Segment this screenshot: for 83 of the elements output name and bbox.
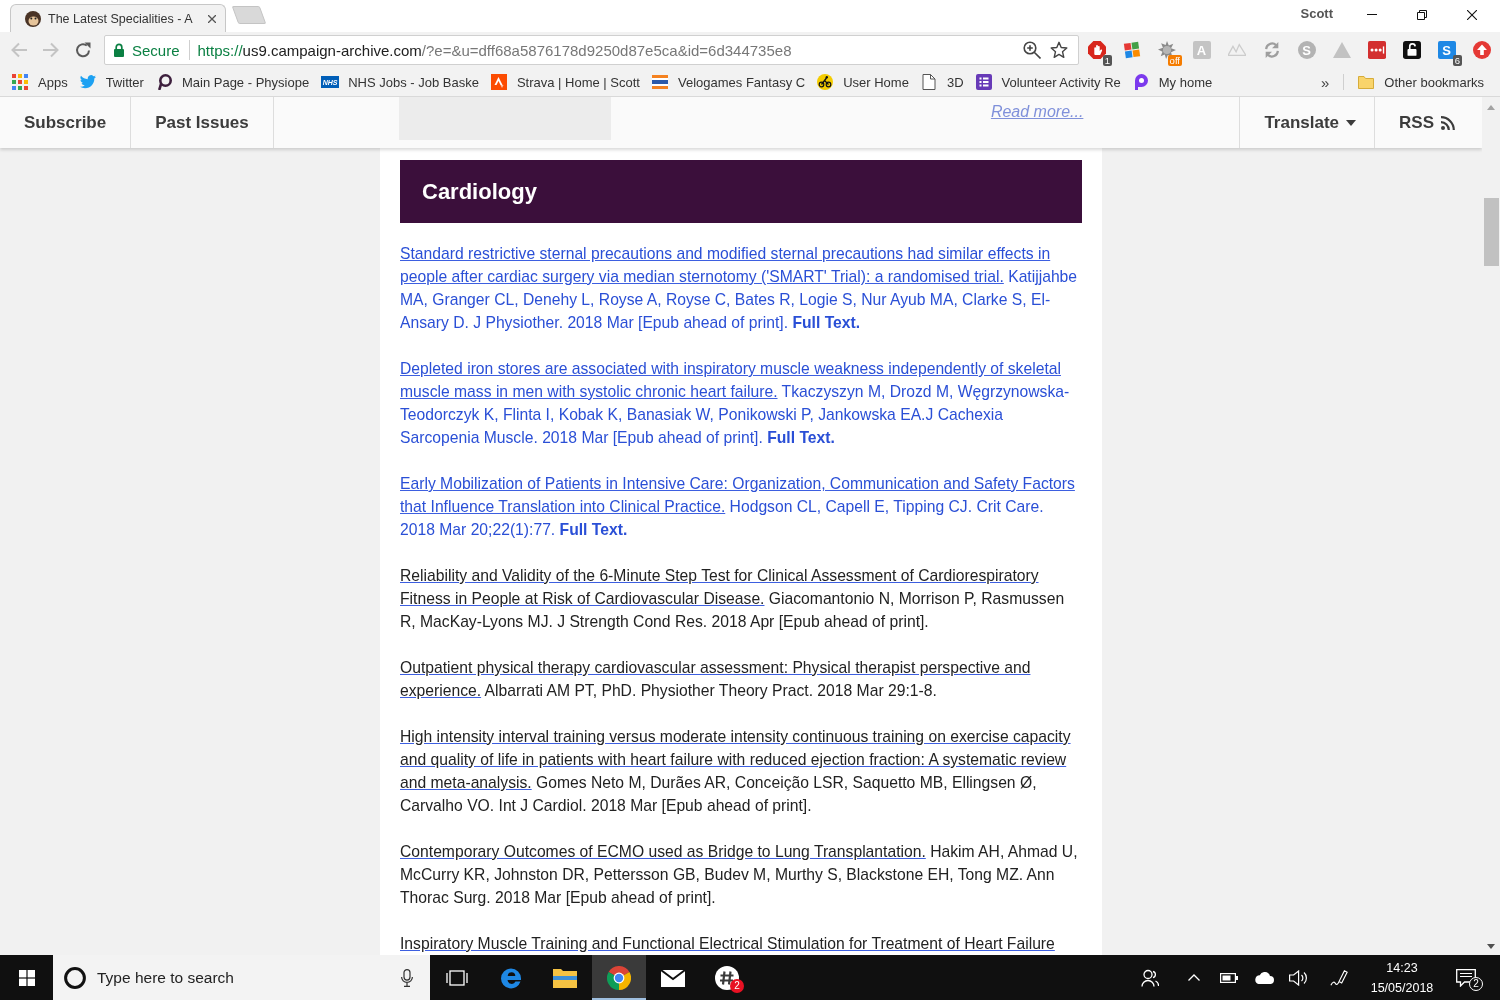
- article-citation: Outpatient physical therapy cardiovascular assessment: Physical therapist perspective and experience. Albarrati AM PT, PhD. Physiother Theory Pract. 2018 Mar 29:1-8.: [400, 658, 1032, 701]
- clock-time[interactable]: 14:23: [1386, 957, 1418, 978]
- caret-icon: [1346, 119, 1357, 126]
- bookmark-link[interactable]: Volunteer Activity Re: [969, 70, 1127, 94]
- other-bookmarks-link[interactable]: Other bookmarks: [1352, 70, 1490, 94]
- rss-link[interactable]: RSS: [1375, 97, 1482, 148]
- letter-tile-icon[interactable]: S: [1437, 41, 1456, 59]
- speaker-icon[interactable]: [1289, 969, 1309, 986]
- article-citation: Reliability and Validity of the 6-Minute Step Test for Clinical Assessment of Cardiorespiratory Fitness in People at Risk of Cardiovascular Disease. Giacomantonio N, Morrison P, Rasmussen R, MacKay-Lyons MJ. J Strength Cond Res. 2018 Apr [Epub ahead of print].: [400, 566, 1066, 632]
- list-tile-icon: [975, 74, 992, 90]
- extension-badge: 6: [1452, 55, 1462, 66]
- bookmark-link[interactable]: Velogames Fantasy C: [646, 70, 812, 94]
- close-icon[interactable]: [208, 14, 216, 23]
- minimize-icon: [1367, 14, 1377, 15]
- bird-icon: [79, 74, 96, 90]
- pen-icon[interactable]: [1330, 968, 1348, 987]
- full-text-link[interactable]: Full Text.: [792, 314, 861, 331]
- app-badge-count: 2: [730, 979, 744, 993]
- striped-flag-icon: [652, 74, 668, 90]
- reload-icon: [75, 42, 91, 58]
- pin-icon: [1132, 74, 1149, 90]
- bicycle-badge-icon: [817, 74, 834, 90]
- extension-badge: off: [1167, 55, 1182, 66]
- bookmarks-overflow-button[interactable]: »: [1316, 73, 1334, 91]
- browser-tab[interactable]: The Latest Specialities - A: [10, 4, 226, 32]
- url-text[interactable]: https://us9.campaign-archive.com/?e=&u=dff68a5876178d9250d87e5ca&id=6d344735e8: [197, 41, 792, 59]
- section-heading: Cardiology: [400, 160, 1082, 223]
- bookmark-link[interactable]: Strava | Home | Scott: [484, 70, 646, 94]
- article-citation: Standard restrictive sternal precautions and modified sternal precautions had similar effects in people after cardiac surgery via median sternotomy ('SMART' Trial): a randomised trial. Katijjahbe MA, Granger CL, Denehy L, Royse A, Royse C, Bates R, Logie S, Nur Ayub MA, Clarke S, El-Ansary D. J Physiother. 2018 Mar [Epub ahead of print]. Full Text.: [400, 244, 1079, 333]
- people-icon[interactable]: [1141, 968, 1159, 987]
- padlock-icon[interactable]: [1402, 41, 1421, 59]
- circle-logo-icon: [607, 965, 631, 990]
- taskbar-app-button[interactable]: 2: [700, 955, 754, 1000]
- task-view-icon: [446, 968, 468, 987]
- battery-icon[interactable]: [1220, 972, 1238, 983]
- back-arrow-icon: [11, 42, 27, 58]
- page-icon: [920, 74, 937, 90]
- article-citation: Early Mobilization of Patients in Intensive Care: Organization, Communication and Safety Factors that Influence Translation into Clinical Practice. Hodgson CL, Capell E, Tipping CJ. Crit Care. 2018 Mar 20;22(1):77. Full Text.: [400, 474, 1076, 540]
- loop-icon: [155, 74, 172, 90]
- bookmark-link[interactable]: My home: [1126, 70, 1219, 94]
- apps-grid-icon: [12, 74, 28, 90]
- stop-hand-icon[interactable]: [1087, 41, 1106, 59]
- ring-icon: [64, 966, 86, 989]
- article-citation: Contemporary Outcomes of ECMO used as Bridge to Lung Transplantation. Hakim AH, Ahmad U, McCurry KR, Johnston DR, Pettersson GB, Budev M, Murthy S, Blackstone EH, Tong MZ. Ann Thorac Surg. 2018 Mar [Epub ahead of print].: [400, 842, 1079, 908]
- security-label: Secure: [132, 41, 180, 59]
- folder-icon: [1358, 75, 1375, 89]
- dots-tile-icon[interactable]: [1367, 41, 1386, 59]
- bookmark-star-icon[interactable]: [1050, 41, 1068, 59]
- article-citation: Inspiratory Muscle Training and Functional Electrical Stimulation for Treatment of Heart Failure: [400, 934, 1056, 954]
- chevron-up-icon[interactable]: [1188, 974, 1200, 981]
- padlock-icon: [113, 43, 125, 57]
- scrollbar[interactable]: [1482, 97, 1500, 955]
- windows-logo-icon: [18, 969, 35, 986]
- profile-button[interactable]: Scott: [1300, 6, 1333, 21]
- clock-date[interactable]: 15/05/2018: [1370, 977, 1434, 998]
- cloud-icon[interactable]: [1254, 971, 1274, 984]
- full-text-link[interactable]: Full Text.: [767, 429, 835, 446]
- article-citation: Depleted iron stores are associated with inspiratory muscle weakness independently of skeletal muscle mass in men with systolic chronic heart failure. Tkaczyszyn M, Drozd M, Węgrzynowska-Teodorczyk K, Flinta I, Kobak K, Banasiak W, Ponikowski P, Jankowska EA.J Cachexia Sarcopenia Muscle. 2018 Mar [Epub ahead of print]. Full Text.: [400, 359, 1071, 448]
- bookmark-link[interactable]: Twitter: [73, 70, 150, 94]
- search-input[interactable]: Type here to search: [97, 968, 401, 987]
- taskbar-app-button[interactable]: [592, 955, 646, 1000]
- article-citation: High intensity interval training versus moderate intensity continuous training on exercise capacity and quality of life in patients with heart failure with reduced ejection fraction: A systematic review and meta-analysis. Gomes Neto M, Durães AR, Conceição LSR, Saquetto MB, Ellingsen Ø, Carvalho VO. Int J Cardiol. 2018 Mar [Epub ahead of print].: [400, 727, 1072, 816]
- bookmark-link[interactable]: User Home: [811, 70, 915, 94]
- peaks-tile-icon: [490, 74, 507, 90]
- microphone-icon[interactable]: [401, 968, 413, 987]
- bookmark-link[interactable]: 3D: [914, 70, 970, 94]
- extension-badge: 1: [1102, 55, 1112, 66]
- scrollbar-thumb[interactable]: [1483, 198, 1499, 266]
- full-text-link[interactable]: Full Text.: [559, 521, 628, 538]
- zoom-in-icon[interactable]: [1023, 41, 1041, 59]
- rss-icon: [1441, 115, 1455, 130]
- forward-arrow-icon: [43, 42, 59, 58]
- hash-circle-icon: [715, 965, 739, 990]
- address-bar[interactable]: Secure https://us9.campaign-archive.com/?e=&u=dff68a5876178d9250d87e5ca&id=6d344735e8: [104, 35, 1079, 65]
- notification-count: 2: [1469, 977, 1483, 991]
- tiles-icon[interactable]: [1122, 41, 1141, 59]
- scroll-down-icon[interactable]: [1487, 944, 1495, 949]
- monkey-icon: [25, 10, 41, 27]
- bookmark-link[interactable]: Apps: [6, 70, 74, 94]
- close-icon: [1467, 9, 1477, 20]
- restore-icon: [1417, 9, 1427, 20]
- search-field[interactable]: Type here to search: [53, 955, 430, 1000]
- bookmark-link[interactable]: Main Page - Physiope: [149, 70, 316, 94]
